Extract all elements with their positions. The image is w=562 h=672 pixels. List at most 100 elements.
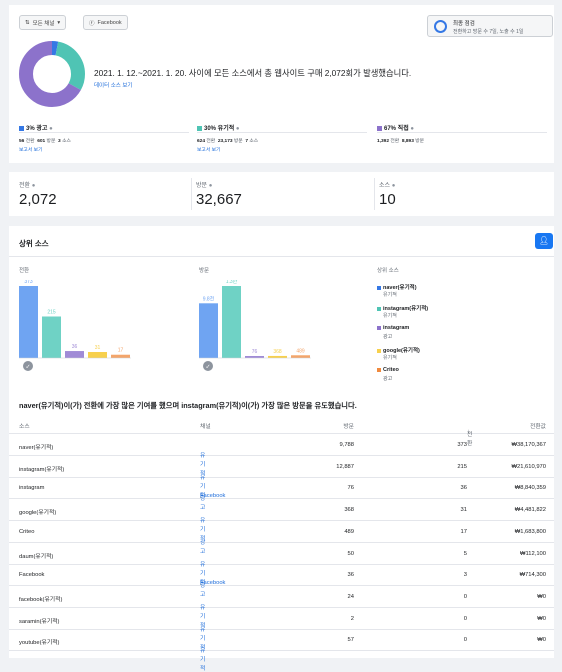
insight-text: naver(유기적)이(가) 전환에 가장 많은 기여를 했으며 instagr… — [19, 401, 357, 410]
breakdown-stats-2: 1,392 전환 8,893 방문 — [377, 139, 425, 144]
table-row[interactable]: Facebook 광고 | Facebook 36 3 ₩714,300 — [9, 564, 554, 598]
value-cell: ₩0 — [537, 637, 546, 644]
table-row[interactable]: facebook(유기적) 유기적 24 0 ₩0 — [9, 586, 554, 629]
bar-value-label-1: 215 — [47, 309, 56, 315]
legend-swatch — [197, 125, 202, 131]
bar-2[interactable] — [65, 351, 84, 358]
legend-swatch — [377, 348, 381, 353]
bar-value-label-4: 17 — [118, 348, 124, 354]
bar-0[interactable] — [19, 286, 38, 358]
metrics-card: 전환 ● 2,072 방문 ● 32,667 소스 ● 10 — [9, 172, 554, 216]
filter-icon: ⇅ — [25, 19, 30, 26]
metric-label-1: 방문 ● — [196, 183, 213, 189]
source-cell[interactable]: google(유기적) — [19, 507, 56, 516]
breakdown-divider — [197, 132, 367, 133]
visits-cell: 368 — [344, 507, 354, 514]
data-source-link[interactable]: 데이터 소스 보기 — [94, 81, 132, 89]
report-link-0[interactable]: 보고서 보기 — [19, 146, 42, 153]
breakdown-title-0: 3% 광고 ● — [19, 123, 53, 132]
last-check-box[interactable]: 최종 점검 전환하고 방문 수 7일, 노출 수 1일 — [427, 15, 553, 37]
bar-value-label-3: 31 — [95, 345, 101, 351]
visits-cell: 36 — [347, 572, 354, 579]
conv-cell: 373 — [457, 442, 467, 448]
source-cell[interactable]: facebook(유기적) — [19, 594, 62, 603]
table-row[interactable]: instagram 광고 | Facebook 76 36 ₩8,840,359 — [9, 477, 554, 511]
visits-cell: 57 — [347, 637, 354, 644]
source-cell[interactable]: instagram(유기적) — [19, 464, 64, 473]
top-sources-card: 상위 소스 👤︎ 전환 방문 상위 소스 373 215 36 31 17 ✓ 9.8천 1… — [9, 226, 554, 672]
table-row[interactable]: instagram(유기적) 유기적 12,887 215 ₩21,610,970 — [9, 456, 554, 499]
metric-label-2: 소스 ● — [379, 183, 396, 189]
summary-sentence: 2021. 1. 12.~2021. 1. 20. 사이에 모든 소스에서 총 … — [94, 68, 412, 78]
metric-value-1: 32,667 — [196, 191, 242, 208]
legend-item-4[interactable]: Criteo — [377, 367, 399, 373]
value-cell: ₩8,840,359 — [514, 485, 546, 492]
bar-value-label-0: 9.8천 — [203, 295, 215, 302]
table-row[interactable]: saramin(유기적) 유기적 2 0 ₩0 — [9, 608, 554, 651]
source-cell[interactable]: naver(유기적) — [19, 442, 53, 451]
table-row[interactable]: youtube(유기적) 유기적 57 0 ₩0 — [9, 629, 554, 672]
legend-item-1[interactable]: instagram(유기적) — [377, 304, 428, 312]
legend-item-3[interactable]: google(유기적) — [377, 346, 420, 354]
conversions-bar-chart: 373 215 36 31 17 ✓ — [19, 280, 131, 371]
conv-chart-label: 전환 — [19, 268, 30, 274]
value-cell: ₩0 — [537, 593, 546, 600]
conv-cell: 3 — [463, 572, 467, 579]
bar-3[interactable] — [268, 355, 287, 358]
breakdown-title-2: 67% 직접 ● — [377, 123, 414, 132]
bar-0[interactable] — [199, 303, 218, 358]
visits-cell: 76 — [347, 485, 354, 492]
table-row[interactable]: daum(유기적) 유기적 50 5 ₩112,100 — [9, 543, 554, 586]
bar-4[interactable] — [291, 355, 310, 358]
table-row[interactable]: google(유기적) 유기적 368 31 ₩4,481,822 — [9, 499, 554, 542]
source-cell[interactable]: Facebook — [19, 572, 44, 578]
user-button[interactable]: 👤︎ — [535, 233, 553, 249]
conv-cell: 31 — [460, 507, 467, 514]
source-cell[interactable]: saramin(유기적) — [19, 616, 59, 625]
legend-swatch — [377, 125, 382, 131]
legend-title: 상위 소스 — [377, 268, 399, 274]
user-icon: 👤︎ — [538, 236, 550, 245]
legend-swatch — [19, 125, 24, 131]
table-row[interactable]: Criteo 광고 489 17 ₩1,683,800 — [9, 521, 554, 555]
source-cell[interactable]: Criteo — [19, 529, 34, 535]
legend-item-2[interactable]: instagram — [377, 325, 409, 331]
bar-4[interactable] — [111, 354, 130, 358]
bar-value-label-1: 1.3만 — [226, 280, 238, 285]
section-title: 상위 소스 — [19, 239, 49, 248]
table-row[interactable]: naver(유기적) 유기적 9,788 373 ₩38,170,367 — [9, 434, 554, 477]
bar-3[interactable] — [88, 352, 107, 358]
sources-table: 소스 채널 방문 ↓ 전환 전환값 naver(유기적) 유기적 9,788 373 ₩38,17… — [9, 416, 554, 672]
info-icon: ● — [391, 183, 396, 189]
conv-cell: 0 — [463, 593, 467, 600]
bar-value-label-4: 489 — [296, 348, 305, 354]
platform-filter[interactable]: ⓕ Facebook — [83, 15, 128, 30]
conv-cell: 36 — [460, 485, 467, 492]
breakdown-stats-1: 624 전환 23,173 방문 7 소스 — [197, 139, 259, 144]
visits-cell: 24 — [347, 593, 354, 600]
info-icon: ● — [31, 183, 36, 189]
value-cell: ₩112,100 — [520, 550, 546, 557]
value-cell: ₩4,481,822 — [514, 507, 546, 514]
bar-1[interactable] — [222, 286, 241, 358]
bar-value-label-3: 368 — [273, 349, 282, 355]
channel-dropdown[interactable]: ⇅ 모든 채널 ▾ — [19, 15, 67, 30]
conv-cell: 0 — [463, 615, 467, 622]
visits-cell: 9,788 — [339, 442, 354, 448]
breakdown-divider — [377, 132, 547, 133]
legend-sub-4: 광고 — [383, 376, 393, 382]
report-link-1[interactable]: 보고서 보기 — [197, 146, 220, 153]
source-cell[interactable]: youtube(유기적) — [19, 637, 60, 646]
bar-value-label-2: 36 — [72, 344, 78, 350]
check-mark: ✓ — [205, 365, 210, 371]
table-header: 소스 채널 방문 ↓ 전환 전환값 — [9, 416, 554, 447]
source-cell[interactable]: instagram — [19, 485, 44, 491]
legend-item-0[interactable]: naver(유기적) — [377, 283, 417, 291]
source-cell[interactable]: daum(유기적) — [19, 551, 53, 560]
breakdown-stats-0: 56 전환 601 방문 3 소스 — [19, 139, 71, 144]
bar-1[interactable] — [42, 316, 61, 358]
value-cell: ₩1,683,800 — [514, 528, 546, 535]
clock-icon — [434, 20, 447, 33]
bar-value-label-0: 373 — [24, 280, 33, 285]
metric-value-2: 10 — [379, 191, 396, 208]
